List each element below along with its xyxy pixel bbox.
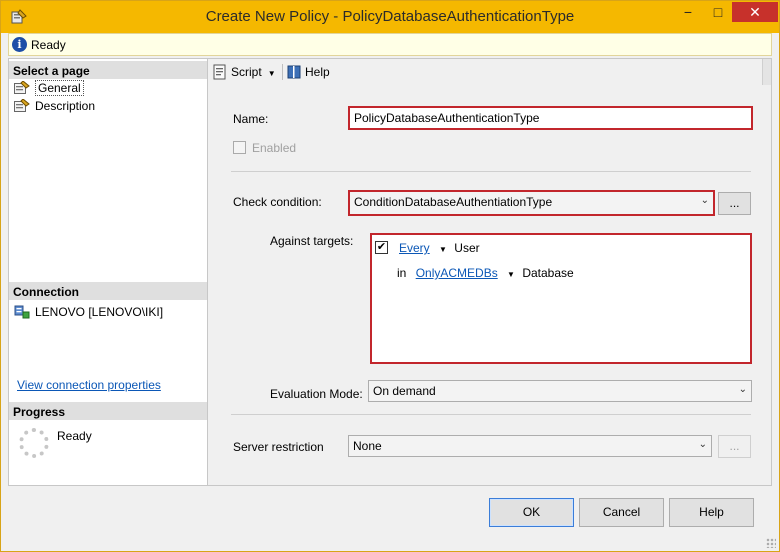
help-book-icon [287, 65, 301, 79]
target-row-database: in OnlyACMEDBs ▼ Database [397, 266, 574, 280]
page-item-label: General [35, 80, 84, 96]
page-item-general[interactable]: General [13, 80, 84, 96]
check-condition-value: ConditionDatabaseAuthentiationType [354, 195, 553, 209]
create-policy-dialog: Create New Policy - PolicyDatabaseAuthen… [0, 0, 780, 552]
check-condition-browse-button[interactable]: ... [718, 192, 751, 215]
page-settings-icon [14, 81, 30, 94]
chevron-down-icon: ⌄ [698, 439, 707, 450]
help-button[interactable]: Help [669, 498, 754, 527]
server-restriction-value: None [353, 439, 382, 453]
target-in-text: in [397, 266, 407, 280]
connection-item: LENOVO [LENOVO\IKI] [13, 304, 163, 320]
left-pane: Select a page General Description Connec… [8, 58, 208, 486]
status-bar: i Ready [8, 33, 772, 56]
select-page-header: Select a page [9, 61, 207, 79]
maximize-button[interactable]: □ [704, 2, 732, 22]
help-toolbar-button[interactable]: Help [286, 63, 330, 81]
minimize-button[interactable]: − [673, 2, 703, 22]
server-restriction-label: Server restriction [233, 440, 324, 454]
target-database-text: Database [522, 266, 574, 280]
target-onlyacmedbs-link[interactable]: OnlyACMEDBs [416, 266, 498, 280]
progress-text: Ready [57, 429, 92, 443]
chevron-down-icon: ⌄ [738, 384, 747, 395]
enabled-label: Enabled [252, 141, 297, 155]
check-condition-select[interactable]: ConditionDatabaseAuthentiationType ⌄ [348, 190, 715, 216]
enabled-checkbox[interactable] [233, 141, 246, 154]
check-condition-label: Check condition: [233, 195, 322, 209]
divider [231, 414, 751, 415]
page-item-description[interactable]: Description [13, 98, 95, 114]
name-label: Name: [233, 112, 269, 126]
status-text: Ready [31, 38, 66, 52]
chevron-down-icon: ▼ [267, 69, 276, 78]
ok-button[interactable]: OK [489, 498, 574, 527]
title-bar[interactable]: Create New Policy - PolicyDatabaseAuthen… [1, 1, 779, 33]
page-settings-icon [14, 99, 30, 112]
chevron-down-icon[interactable]: ▼ [507, 270, 515, 279]
chevron-down-icon[interactable]: ▼ [439, 245, 447, 254]
connection-text: LENOVO [LENOVO\IKI] [35, 305, 164, 319]
progress-spinner-icon [19, 428, 49, 458]
help-label: Help [305, 65, 330, 79]
toolbar-separator [282, 64, 283, 80]
server-connection-icon [14, 305, 30, 319]
server-restriction-browse-button[interactable]: ... [718, 435, 751, 458]
connection-header: Connection [9, 282, 207, 300]
right-pane: Script ▼ Help Name: PolicyDatabaseAuthent… [208, 58, 772, 486]
target-user-checkbox[interactable]: ✔ [375, 241, 388, 254]
target-user-text: User [454, 241, 480, 255]
page-item-label: Description [35, 99, 96, 113]
script-icon [213, 64, 226, 80]
resize-grip-icon[interactable] [766, 538, 776, 548]
script-button[interactable]: Script ▼ [212, 63, 276, 81]
against-targets-label: Against targets: [270, 234, 354, 248]
server-restriction-select[interactable]: None ⌄ [348, 435, 712, 457]
close-button[interactable]: ✕ [732, 2, 778, 22]
name-input[interactable]: PolicyDatabaseAuthenticationType [348, 106, 753, 130]
window-title: Create New Policy - PolicyDatabaseAuthen… [205, 8, 575, 25]
toolbar: Script ▼ Help [208, 59, 771, 85]
evaluation-mode-value: On demand [373, 384, 436, 398]
cancel-button[interactable]: Cancel [579, 498, 664, 527]
info-icon: i [12, 37, 27, 52]
scrollbar[interactable] [762, 59, 771, 85]
divider [231, 171, 751, 172]
evaluation-mode-label: Evaluation Mode: [270, 387, 363, 401]
progress-header: Progress [9, 402, 207, 420]
evaluation-mode-select[interactable]: On demand ⌄ [368, 380, 752, 402]
general-page-content: Name: PolicyDatabaseAuthenticationType E… [213, 86, 760, 484]
chevron-down-icon: ⌄ [700, 195, 709, 206]
script-label: Script [231, 65, 262, 79]
target-row-user: Every ▼ User [399, 241, 480, 255]
target-every-link[interactable]: Every [399, 241, 430, 255]
targets-box: ✔ Every ▼ User in OnlyACMEDBs ▼ Database [370, 233, 752, 364]
view-connection-properties-link[interactable]: View connection properties [17, 378, 161, 392]
